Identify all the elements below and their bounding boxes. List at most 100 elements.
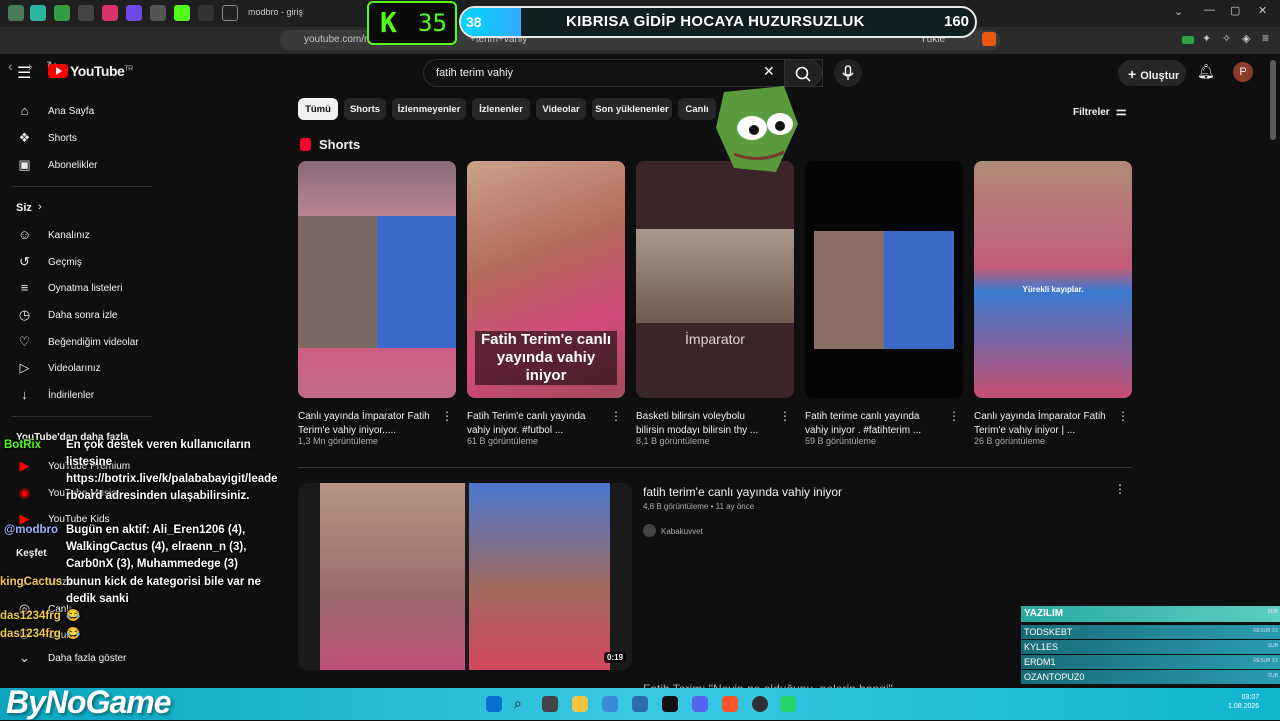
clear-search-icon[interactable]: ✕ <box>763 63 775 80</box>
sidebar-show-more[interactable]: ⌄ Daha fazla göster <box>0 645 155 671</box>
leaderboard-tag: SUB <box>1267 609 1278 615</box>
obs-icon[interactable] <box>752 696 768 712</box>
sidebar-item-downloads[interactable]: ↓ İndirilenler <box>0 382 155 408</box>
short-card[interactable]: Fatih terime canlı yayında vahiy iniyor … <box>805 161 963 446</box>
shorts-section-title: Shorts <box>300 137 360 152</box>
notifications-icon[interactable]: 🔔︎ <box>1197 63 1215 80</box>
whatsapp-icon[interactable] <box>780 696 796 712</box>
search-taskbar-icon[interactable]: ⌕ <box>514 695 530 711</box>
goal-title: KIBRISA GİDİP HOCAYA HUZURSUZLUK <box>566 13 865 30</box>
sidebar-item-your-videos[interactable]: ▷ Videolarınız <box>0 355 155 381</box>
short-title[interactable]: Basketi bilirsin voleybolu bilirsin moda… <box>636 410 776 438</box>
create-button[interactable]: + Oluştur <box>1118 60 1186 86</box>
pinned-tab-icon[interactable] <box>102 5 118 21</box>
youtube-logo[interactable]: YouTubeTR <box>48 63 133 79</box>
short-thumbnail[interactable]: Yürekli kayıplar. <box>974 161 1132 398</box>
sidebar-you-header[interactable]: Siz › <box>0 196 155 222</box>
wallet-icon[interactable]: ◈ <box>1242 32 1250 45</box>
avatar[interactable]: P <box>1233 62 1253 82</box>
discord-icon[interactable] <box>692 696 708 712</box>
filters-button[interactable]: Filtreler ⚌ <box>1073 104 1126 118</box>
sidebar-item-watch-later[interactable]: ◷ Daha sonra izle <box>0 302 155 328</box>
hamburger-menu-icon[interactable]: ☰ <box>17 63 31 83</box>
pinned-tab-icon[interactable] <box>54 5 70 21</box>
brave-icon[interactable] <box>722 696 738 712</box>
sidebar-item-channel[interactable]: ☺ Kanalınız <box>0 222 155 248</box>
sidebar-item-shorts[interactable]: ❖ Shorts <box>0 125 155 151</box>
short-card[interactable]: Canlı yayında İmparator Fatih Terim'e va… <box>298 161 456 446</box>
short-thumbnail[interactable] <box>805 161 963 398</box>
chat-message: https://botrix.live/k/palababayigit/lead… <box>66 473 278 502</box>
pinned-tab-icon[interactable] <box>126 5 142 21</box>
shorts-icon: ❖ <box>18 130 31 145</box>
chip-shorts[interactable]: Shorts <box>344 98 386 120</box>
more-options-icon[interactable]: ⋮ <box>1114 482 1126 496</box>
sidebar-item-subscriptions[interactable]: ▣ Abonelikler <box>0 152 155 178</box>
voice-search-button[interactable] <box>834 59 862 87</box>
short-title[interactable]: Canlı yayında İmparator Fatih Terim'e va… <box>974 410 1114 438</box>
system-clock[interactable]: 03:07 1.08.2026 <box>1228 693 1259 711</box>
pinned-tab-icon[interactable] <box>30 5 46 21</box>
sparkle-icon[interactable]: ✧ <box>1222 32 1231 45</box>
github-icon[interactable] <box>222 5 238 21</box>
short-title[interactable]: Fatih Terim'e canlı yayında vahiy iniyor… <box>467 410 607 438</box>
short-thumbnail[interactable]: İmparator <box>636 161 794 398</box>
sidebar-item-history[interactable]: ↺ Geçmiş <box>0 249 155 275</box>
tab-search-icon[interactable]: ⌄ <box>1174 5 1183 18</box>
short-thumbnail[interactable]: Fatih Terim'e canlı yayında vahiy iniyor <box>467 161 625 398</box>
more-options-icon[interactable]: ⋮ <box>1117 409 1129 423</box>
chip-watched[interactable]: İzlenenler <box>472 98 530 120</box>
short-card[interactable]: Yürekli kayıplar. Canlı yayında İmparato… <box>974 161 1132 446</box>
more-options-icon[interactable]: ⋮ <box>610 409 622 423</box>
start-icon[interactable] <box>486 696 502 712</box>
short-title[interactable]: Canlı yayında İmparator Fatih Terim'e va… <box>298 410 438 438</box>
chip-videos[interactable]: Videolar <box>536 98 586 120</box>
photos-icon[interactable] <box>602 696 618 712</box>
chat-username: das1234frg <box>0 628 61 640</box>
short-title[interactable]: Fatih terime canlı yayında vahiy iniyor … <box>805 410 945 438</box>
chat-message: 😂 <box>66 628 81 640</box>
leaderboard-title-text: YAZILIM <box>1024 608 1064 619</box>
file-explorer-icon[interactable] <box>572 696 588 712</box>
more-options-icon[interactable]: ⋮ <box>948 409 960 423</box>
menu-icon[interactable]: ≡ <box>1262 31 1269 45</box>
tab-title[interactable]: modbro - giriş <box>248 7 303 17</box>
notion-icon[interactable] <box>662 696 678 712</box>
chip-all[interactable]: Tümü <box>298 98 338 120</box>
short-card[interactable]: İmparator Basketi bilirsin voleybolu bil… <box>636 161 794 446</box>
search-button[interactable] <box>784 59 822 87</box>
widgets-icon[interactable] <box>542 696 558 712</box>
maximize-icon[interactable]: ▢ <box>1230 4 1240 17</box>
extensions-icon[interactable]: ✦ <box>1202 32 1211 45</box>
brave-shield-icon[interactable] <box>982 32 996 46</box>
back-icon[interactable]: ‹ <box>8 58 13 74</box>
chip-recent[interactable]: Son yüklenenler <box>592 98 672 120</box>
channel-icon: ☺ <box>17 227 32 242</box>
short-caption: Yürekli kayıplar. <box>1022 285 1084 294</box>
pinned-tab-icon[interactable] <box>150 5 166 21</box>
pinned-tab-icon[interactable] <box>78 5 94 21</box>
channel-link[interactable]: Kabakuvvet <box>643 524 703 537</box>
app-icon[interactable] <box>632 696 648 712</box>
more-options-icon[interactable]: ⋮ <box>441 409 453 423</box>
sidebar-item-playlists[interactable]: ≡ Oynatma listeleri <box>0 275 155 301</box>
sidebar-item-liked[interactable]: ♡ Beğendiğim videolar <box>0 329 155 355</box>
pinned-tab-icon[interactable] <box>198 5 214 21</box>
leaderboard-name: OZANTOPUZ0 <box>1024 672 1085 682</box>
playlists-icon: ≡ <box>20 280 29 295</box>
scrollbar-thumb[interactable] <box>1270 60 1276 140</box>
extension-icon[interactable] <box>1182 36 1194 44</box>
video-title[interactable]: fatih terim'e canlı yayında vahiy iniyor <box>643 485 842 499</box>
short-card[interactable]: Fatih Terim'e canlı yayında vahiy iniyor… <box>467 161 625 446</box>
sidebar-item-label: Kanalınız <box>48 230 90 241</box>
minimize-icon[interactable]: — <box>1204 4 1215 16</box>
short-thumbnail[interactable] <box>298 161 456 398</box>
close-window-icon[interactable]: ✕ <box>1258 4 1267 17</box>
more-options-icon[interactable]: ⋮ <box>779 409 791 423</box>
chip-unwatched[interactable]: İzlenmeyenler <box>392 98 466 120</box>
pinned-tab-icon[interactable] <box>8 5 24 21</box>
sidebar-item-home[interactable]: ⌂ Ana Sayfa <box>0 98 155 124</box>
pinned-tab-icon[interactable] <box>174 5 190 21</box>
chip-live[interactable]: Canlı <box>678 98 716 120</box>
video-thumbnail[interactable] <box>298 483 632 670</box>
